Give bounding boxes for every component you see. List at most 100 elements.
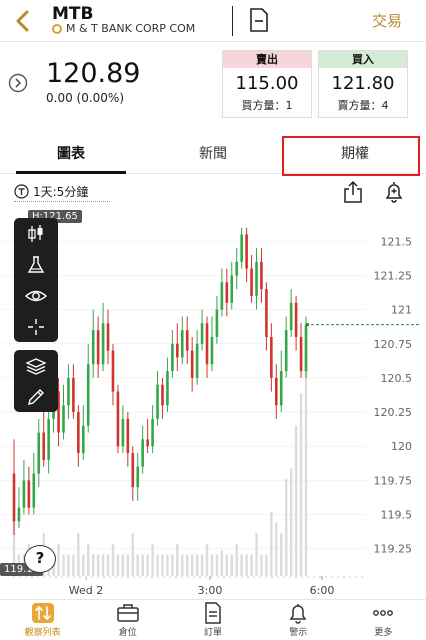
candle-body (190, 350, 194, 378)
volume-bar (176, 543, 179, 576)
volume-bar (225, 554, 229, 576)
volume-bar (304, 361, 308, 576)
sell-box[interactable]: 賣出 115.00 買方量：1 (222, 50, 312, 118)
back-arrow-icon[interactable] (12, 9, 34, 33)
help-button[interactable]: ? (24, 545, 56, 573)
document-icon[interactable] (249, 7, 269, 33)
volume-bar (62, 554, 65, 576)
volume-bar (72, 554, 75, 576)
expand-chevron-icon[interactable] (8, 73, 28, 93)
layers-tool[interactable] (14, 350, 58, 381)
volume-bar (181, 554, 184, 576)
interval-selector[interactable]: 1天:5分鐘 (14, 183, 88, 200)
last-price: 120.89 (46, 58, 141, 89)
volume-bar (240, 554, 243, 576)
price-change: 0.00 (0.00%) (46, 91, 125, 105)
add-alert-bell-icon[interactable] (382, 180, 406, 204)
company-row: M & T BANK CORP COM (52, 22, 195, 35)
nav-alerts-label: 警示 (289, 628, 308, 638)
price-chart[interactable]: 121.5 121.25 121 120.75 120.5 120.25 120 119.75… (0, 204, 426, 599)
candle-body (151, 418, 154, 447)
nav-orders-label: 訂單 (204, 628, 223, 638)
volume-bar (220, 550, 224, 576)
header-divider (232, 6, 233, 36)
crosshair-tool[interactable] (14, 311, 58, 342)
volume-bar (166, 554, 169, 576)
candle-body (72, 377, 75, 413)
candle-body (77, 412, 80, 454)
tab-news[interactable]: 新聞 (142, 136, 284, 173)
volume-bar (205, 543, 209, 576)
candle-body (116, 391, 120, 447)
volume-bar (289, 468, 293, 576)
visibility-tool[interactable] (14, 280, 58, 311)
volume-bar (270, 511, 273, 576)
share-icon[interactable] (342, 180, 364, 204)
y-tick-label: 119.25 (374, 543, 413, 556)
candle-body (275, 377, 278, 406)
candle-body (156, 384, 159, 419)
nav-positions-label: 倉位 (118, 628, 137, 638)
bell-icon (289, 604, 307, 624)
candle-body (270, 336, 273, 378)
volume-bar (299, 393, 303, 576)
candle-body (67, 377, 70, 406)
volume-bar (91, 554, 95, 576)
trade-button[interactable]: 交易 (372, 10, 402, 31)
more-icon (373, 610, 394, 616)
candle-body (161, 384, 164, 406)
ticker-symbol: MTB (52, 4, 94, 24)
top-header: MTB M & T BANK CORP COM 交易 (0, 0, 426, 42)
candle-body (27, 480, 31, 508)
draw-tool[interactable] (14, 381, 58, 412)
nav-alerts[interactable]: 警示 (256, 600, 341, 640)
flask-icon (27, 255, 45, 273)
volume-bar (195, 554, 199, 576)
volume-bar (210, 554, 214, 576)
candle-body (111, 350, 115, 392)
y-tick-label: 121.25 (374, 269, 413, 282)
candle-body (37, 432, 41, 474)
volume-bar (87, 543, 90, 576)
candle-body (304, 324, 308, 372)
briefcase-icon (117, 604, 139, 622)
candle-body (200, 323, 204, 344)
candle-body (176, 343, 179, 358)
tab-chart[interactable]: 圖表 (0, 136, 142, 174)
x-tick-label: Wed 2 (69, 584, 103, 597)
x-tick-label: 6:00 (310, 584, 335, 597)
nav-watchlist[interactable]: 觀察列表 (0, 600, 85, 640)
volume-bar (161, 554, 164, 576)
volume-bar (215, 554, 219, 576)
volume-bar (280, 533, 283, 576)
indicators-tool[interactable] (14, 249, 58, 280)
arrows-updown-icon (31, 603, 54, 623)
volume-bar (136, 554, 139, 576)
nav-orders[interactable]: 訂單 (170, 600, 255, 640)
candle-body (294, 302, 298, 337)
company-name: M & T BANK CORP COM (66, 22, 196, 35)
candle-body (166, 371, 169, 406)
y-tick-label: 120 (391, 440, 412, 453)
candle-body (250, 268, 253, 296)
volume-bar (285, 479, 288, 576)
candle-body (32, 473, 36, 508)
volume-bar (265, 554, 268, 576)
y-tick-label: 121.5 (381, 235, 413, 248)
buy-volume: 賣方量：4 (337, 99, 389, 112)
candle-body (42, 432, 45, 460)
candlestick-icon (28, 224, 43, 242)
nav-more[interactable]: 更多 (341, 600, 426, 640)
candle-type-tool[interactable] (14, 218, 58, 249)
buy-box[interactable]: 買入 121.80 賣方量：4 (318, 50, 408, 118)
nav-positions[interactable]: 倉位 (85, 600, 170, 640)
exchange-dot-icon (52, 23, 62, 34)
volume-bar (146, 554, 149, 576)
chart-layers-panel (14, 350, 58, 412)
interval-underline (14, 201, 110, 202)
nav-watchlist-label: 觀察列表 (24, 628, 61, 638)
eye-icon (24, 290, 48, 301)
candle-body (101, 323, 105, 365)
volume-bar (101, 554, 105, 576)
buy-price: 121.80 (331, 73, 395, 94)
